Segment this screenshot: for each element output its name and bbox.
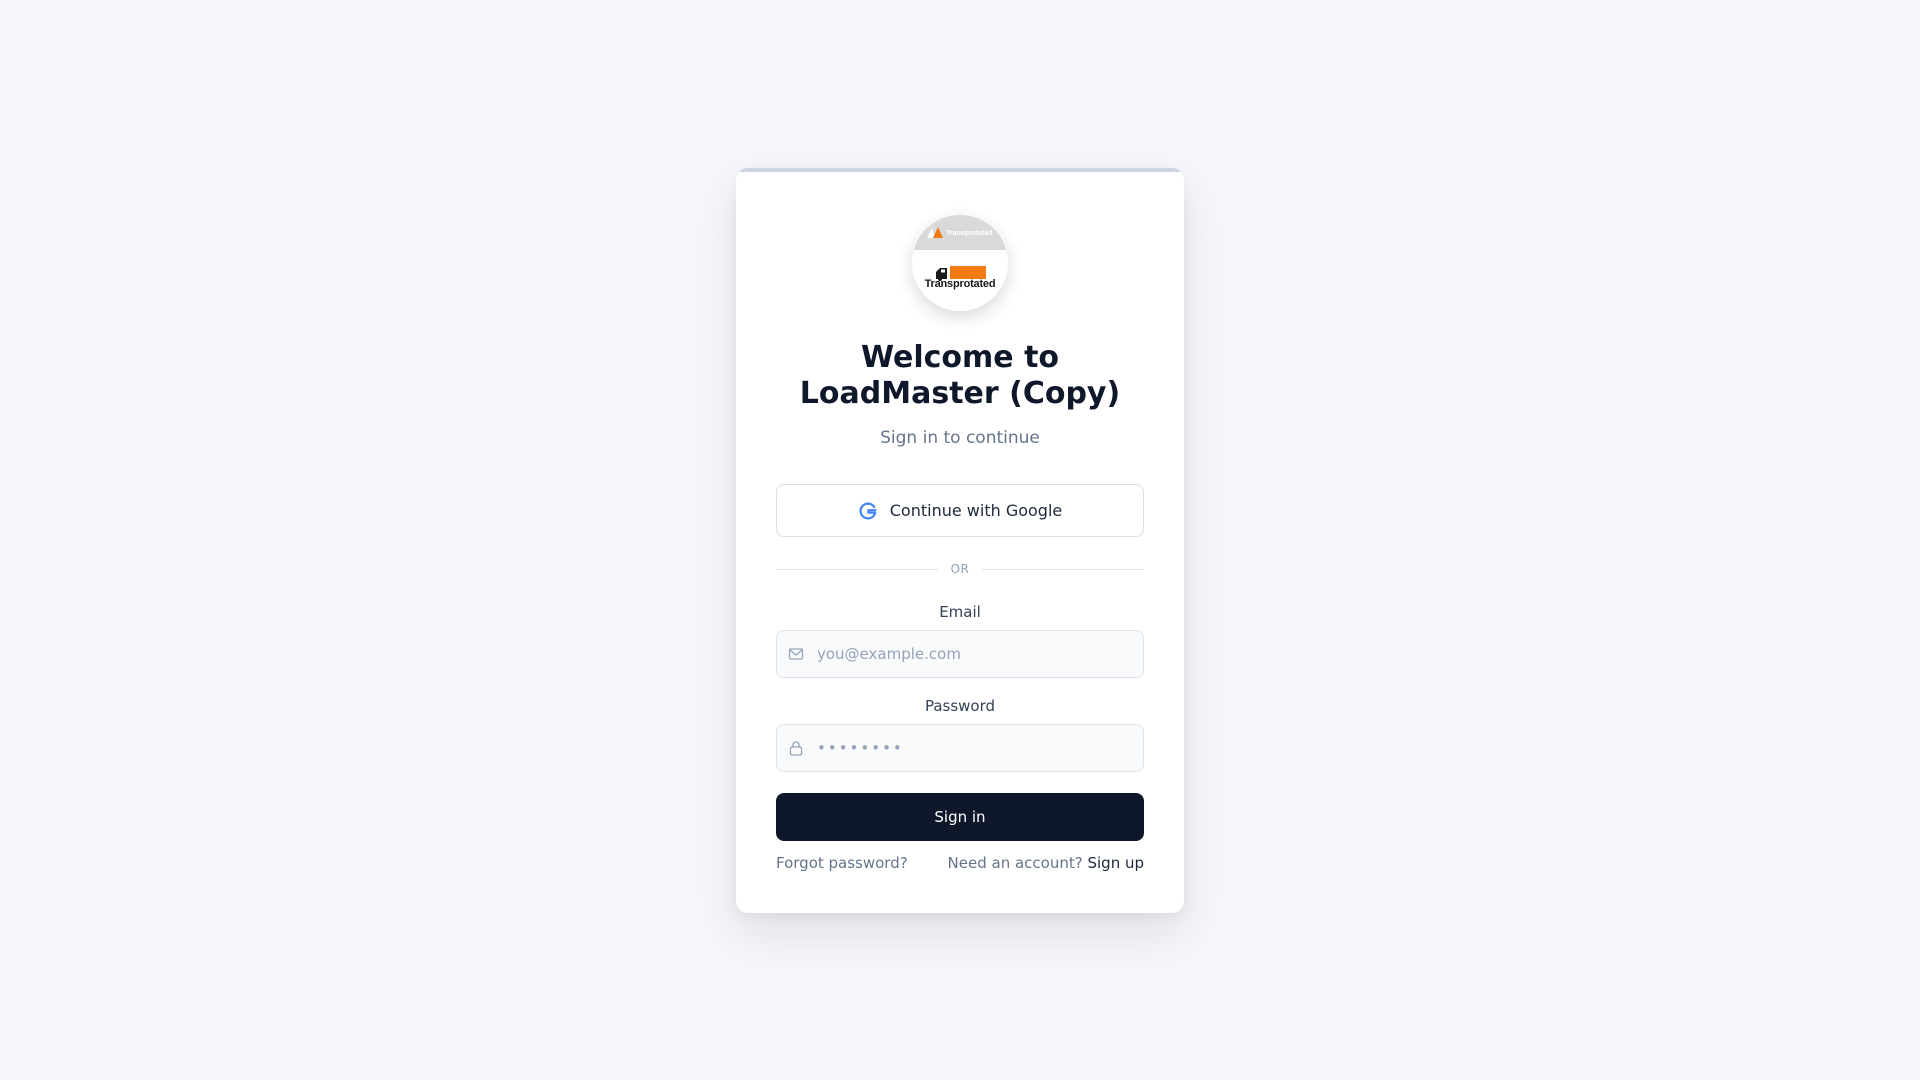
logo-bottom-text: Transprotated	[924, 278, 996, 290]
forgot-password-link[interactable]: Forgot password?	[776, 854, 908, 872]
card-top-accent	[736, 168, 1184, 172]
google-signin-button[interactable]: Continue with Google	[776, 484, 1144, 537]
google-g-icon	[859, 502, 877, 519]
title-line-1: Welcome to	[860, 340, 1060, 375]
google-button-label: Continue with Google	[889, 501, 1063, 520]
page-title: Welcome to LoadMaster (Copy)	[736, 340, 1184, 412]
divider-line-right	[982, 569, 1144, 570]
password-input[interactable]	[817, 725, 1133, 771]
lock-icon	[789, 741, 803, 756]
login-card: Transprotated Transprotated Welcome to L…	[736, 168, 1184, 913]
password-field-wrapper	[776, 724, 1144, 772]
mail-icon	[788, 648, 804, 660]
or-divider: OR	[776, 561, 1144, 577]
email-label: Email	[939, 603, 981, 621]
page-subtitle: Sign in to continue	[880, 428, 1040, 448]
need-account-text: Need an account?	[947, 854, 1083, 872]
sign-in-button[interactable]: Sign in	[776, 793, 1144, 841]
sign-up-link[interactable]: Sign up	[1087, 854, 1144, 872]
logo-triangle-icon	[927, 227, 943, 238]
email-input[interactable]	[817, 631, 1133, 677]
email-field-wrapper	[776, 630, 1144, 678]
signup-prompt: Need an account? Sign up	[948, 854, 1144, 872]
title-line-2: LoadMaster (Copy)	[799, 376, 1121, 411]
logo-top-text: Transprotated	[946, 230, 993, 237]
password-label: Password	[924, 697, 996, 715]
company-logo: Transprotated Transprotated	[912, 215, 1008, 311]
